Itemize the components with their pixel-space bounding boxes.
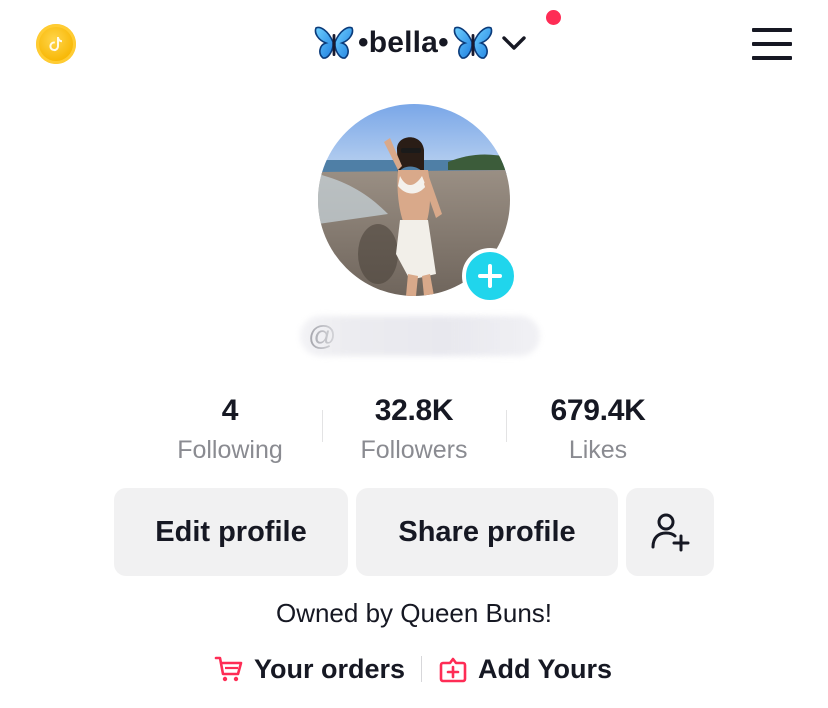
account-switcher[interactable]: •bella• <box>314 20 527 66</box>
stat-following[interactable]: 4 Following <box>138 390 322 468</box>
add-friend-button[interactable] <box>626 488 714 576</box>
tiktok-note-icon <box>49 37 62 52</box>
likes-count: 679.4K <box>550 394 646 427</box>
profile-stats: 4 Following 32.8K Followers 679.4K Likes <box>138 390 690 470</box>
add-friend-icon <box>651 513 690 552</box>
handle-redaction <box>300 316 540 356</box>
share-profile-button[interactable]: Share profile <box>356 488 618 576</box>
notification-dot <box>546 10 561 25</box>
stats-divider <box>322 410 323 442</box>
stats-divider <box>506 410 507 442</box>
add-square-icon <box>439 657 467 683</box>
profile-links: Your orders Add Yours <box>214 648 612 690</box>
tiktok-coin-icon[interactable] <box>36 24 76 64</box>
likes-label: Likes <box>568 436 628 464</box>
followers-count: 32.8K <box>374 394 454 427</box>
butterfly-emoji-icon <box>453 26 493 59</box>
edit-profile-label: Edit profile <box>155 515 307 548</box>
followers-label: Followers <box>360 436 468 464</box>
share-profile-label: Share profile <box>398 515 576 548</box>
your-orders-label: Your orders <box>254 653 406 684</box>
stat-likes[interactable]: 679.4K Likes <box>506 390 690 468</box>
add-avatar-button[interactable] <box>462 248 518 304</box>
following-count: 4 <box>221 394 239 427</box>
shopping-cart-icon <box>214 656 243 682</box>
butterfly-emoji-icon <box>314 26 354 59</box>
profile-username: •bella• <box>358 26 449 59</box>
edit-profile-button[interactable]: Edit profile <box>114 488 348 576</box>
add-yours-label: Add Yours <box>478 653 613 684</box>
links-divider <box>421 656 423 682</box>
stat-followers[interactable]: 32.8K Followers <box>322 390 506 468</box>
plus-icon <box>478 264 502 288</box>
add-yours-link[interactable]: Add Yours <box>438 654 612 685</box>
following-label: Following <box>177 436 283 464</box>
your-orders-link[interactable]: Your orders <box>214 654 405 685</box>
profile-handle[interactable]: @ <box>300 316 540 356</box>
chevron-down-icon <box>502 36 526 50</box>
profile-bio: Owned by Queen Buns! <box>275 598 553 628</box>
hamburger-menu-icon[interactable] <box>752 28 792 60</box>
